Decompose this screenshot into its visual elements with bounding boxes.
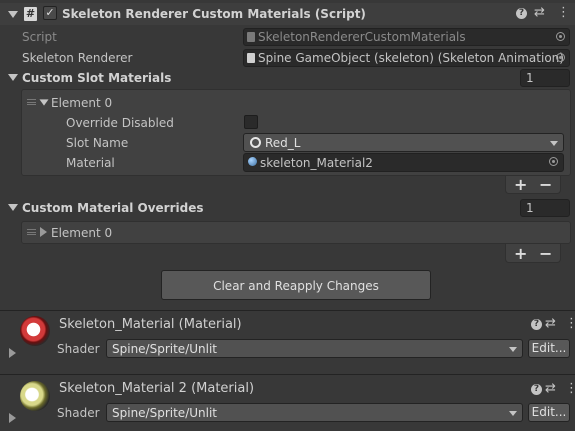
remove-element-button[interactable]: −: [539, 176, 552, 194]
add-element-button[interactable]: +: [514, 176, 527, 194]
divider: [0, 310, 575, 311]
help-icon[interactable]: ?: [516, 8, 527, 19]
context-menu-icon[interactable]: ⋮: [557, 5, 570, 21]
presets-icon[interactable]: ⇄: [545, 381, 556, 397]
remove-element-button[interactable]: −: [539, 245, 552, 263]
drag-handle-icon[interactable]: [27, 99, 36, 105]
script-label: Script: [22, 30, 57, 44]
script-value: SkeletonRendererCustomMaterials: [258, 30, 466, 44]
presets-icon[interactable]: ⇄: [534, 5, 545, 21]
shader-value: Spine/Sprite/Unlit: [112, 342, 217, 356]
custom-material-overrides-label: Custom Material Overrides: [22, 201, 204, 215]
slot-name-label: Slot Name: [66, 136, 129, 150]
clear-reapply-button[interactable]: Clear and Reapply Changes: [161, 270, 431, 300]
override-disabled-checkbox[interactable]: [244, 115, 258, 129]
skeleton-renderer-label: Skeleton Renderer: [22, 51, 133, 65]
foldout-arrow-icon[interactable]: [8, 204, 18, 211]
foldout-arrow-icon[interactable]: [8, 11, 18, 18]
material-sphere-icon: [248, 157, 257, 166]
object-picker-icon[interactable]: [556, 53, 565, 62]
material-title: Skeleton_Material 2 (Material): [59, 381, 255, 396]
chevron-right-icon[interactable]: [9, 348, 16, 358]
custom-slot-materials-size-value: 1: [526, 71, 534, 85]
foldout-arrow-icon[interactable]: [39, 99, 49, 106]
context-menu-icon[interactable]: ⋮: [565, 316, 575, 332]
material-title: Skeleton_Material (Material): [59, 317, 242, 332]
object-picker-icon[interactable]: [549, 157, 558, 166]
chevron-down-icon: [550, 141, 558, 146]
shader-label: Shader: [57, 406, 100, 420]
material-value: skeleton_Material2: [260, 156, 373, 170]
shader-label: Shader: [57, 342, 100, 356]
material-label: Material: [66, 156, 115, 170]
material-preview-thumbnail: [20, 316, 50, 346]
script-file-icon: [247, 32, 255, 42]
custom-material-overrides-size-value: 1: [526, 201, 534, 215]
skeleton-renderer-value: Spine GameObject (skeleton) (Skeleton An…: [258, 51, 564, 65]
add-element-button[interactable]: +: [514, 245, 527, 263]
override-element-label: Element 0: [51, 226, 113, 240]
foldout-arrow-icon[interactable]: [8, 74, 18, 81]
drag-handle-icon[interactable]: [27, 229, 36, 235]
chevron-down-icon: [509, 347, 517, 352]
component-title: Skeleton Renderer Custom Materials (Scri…: [62, 7, 366, 21]
help-icon[interactable]: ?: [531, 384, 542, 395]
script-file-icon: [247, 53, 255, 63]
slot-radio-icon: [250, 137, 261, 148]
shader-value: Spine/Sprite/Unlit: [112, 406, 217, 420]
context-menu-icon[interactable]: ⋮: [565, 381, 575, 397]
slot-element-label: Element 0: [51, 96, 113, 110]
divider: [0, 374, 575, 375]
chevron-right-icon[interactable]: [9, 413, 16, 423]
custom-slot-materials-label: Custom Slot Materials: [22, 71, 172, 85]
script-icon: #: [24, 7, 37, 21]
presets-icon[interactable]: ⇄: [545, 316, 556, 332]
edit-shader-button[interactable]: Edit...: [528, 339, 570, 358]
enabled-checkbox[interactable]: ✓: [43, 6, 57, 20]
material-preview-thumbnail: [20, 381, 50, 411]
edit-shader-button[interactable]: Edit...: [528, 403, 570, 422]
object-picker-icon[interactable]: [556, 32, 565, 41]
help-icon[interactable]: ?: [531, 319, 542, 330]
chevron-right-icon[interactable]: [40, 227, 47, 237]
override-disabled-label: Override Disabled: [66, 116, 174, 130]
chevron-down-icon: [509, 411, 517, 416]
slot-name-value: Red_L: [265, 136, 301, 150]
